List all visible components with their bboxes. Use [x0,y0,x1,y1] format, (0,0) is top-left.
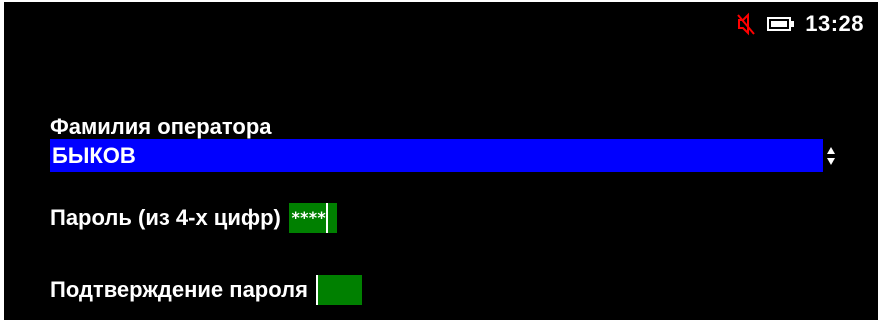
password-label: Пароль (из 4-х цифр) [50,205,281,230]
up-down-arrows-icon[interactable] [826,145,836,167]
password-field[interactable]: **** [288,203,337,233]
password-mask: **** [290,208,327,227]
text-cursor [315,275,318,305]
operator-select[interactable]: БЫКОВ [50,139,823,172]
clock-time: 13:28 [805,11,864,36]
text-cursor [326,203,329,233]
password-row: Пароль (из 4-х цифр) **** [50,201,337,235]
confirm-row: Подтверждение пароля [50,273,362,307]
operator-label: Фамилия оператора [50,114,272,139]
confirm-password-label: Подтверждение пароля [50,277,308,302]
operator-value: БЫКОВ [52,142,136,168]
status-bar: 13:28 [735,10,864,38]
battery-icon [767,16,795,32]
device-screen: 13:28 Фамилия оператора БЫКОВ Пароль (из… [4,2,878,320]
speaker-muted-icon [735,12,757,36]
confirm-password-field[interactable] [315,275,362,305]
